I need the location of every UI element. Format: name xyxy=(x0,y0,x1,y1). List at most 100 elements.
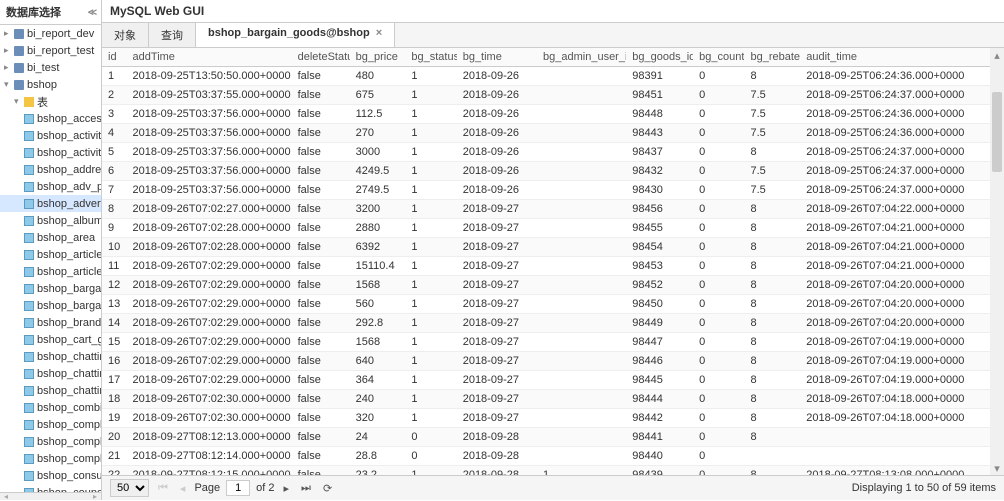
refresh-button[interactable]: ⟳ xyxy=(320,482,335,495)
tab[interactable]: bshop_bargain_goods@bshop× xyxy=(196,23,395,47)
table-row[interactable]: 32018-09-25T03:37:56.000+0000false112.51… xyxy=(102,105,990,124)
table-row[interactable]: 112018-09-26T07:02:29.000+0000false15110… xyxy=(102,257,990,276)
tree-item[interactable]: bshop_bargain_goo xyxy=(0,297,101,314)
cell: 270 xyxy=(350,124,406,143)
table-row[interactable]: 152018-09-26T07:02:29.000+0000false15681… xyxy=(102,333,990,352)
page-size-select[interactable]: 50 xyxy=(110,479,149,497)
tree-toggle-icon[interactable]: ▸ xyxy=(4,62,12,73)
tree-item[interactable]: ▾bshop xyxy=(0,76,101,93)
tab[interactable]: 对象 xyxy=(102,23,149,47)
last-page-button[interactable]: ⏭ xyxy=(298,482,314,495)
col-header[interactable]: bg_time xyxy=(457,48,537,67)
tree-item[interactable]: bshop_adv_pos xyxy=(0,178,101,195)
scroll-track[interactable] xyxy=(990,62,1004,461)
tree-toggle-icon[interactable]: ▾ xyxy=(14,96,22,107)
scroll-down-icon[interactable]: ▾ xyxy=(990,461,1004,475)
col-header[interactable]: deleteStatus xyxy=(292,48,350,67)
tree-item[interactable]: bshop_brandcategor xyxy=(0,314,101,331)
table-row[interactable]: 142018-09-26T07:02:29.000+0000false292.8… xyxy=(102,314,990,333)
table-row[interactable]: 202018-09-27T08:12:13.000+0000false24020… xyxy=(102,428,990,447)
col-header[interactable]: addTime xyxy=(127,48,292,67)
tree-toggle-icon[interactable]: ▸ xyxy=(4,45,12,56)
table-row[interactable]: 122018-09-26T07:02:29.000+0000false15681… xyxy=(102,276,990,295)
table-row[interactable]: 82018-09-26T07:02:27.000+0000false320012… xyxy=(102,200,990,219)
cell: 0 xyxy=(693,67,744,86)
tree-item[interactable]: bshop_complaint_g xyxy=(0,433,101,450)
tree-item[interactable]: bshop_address xyxy=(0,161,101,178)
tree-item[interactable]: bshop_complaint_s xyxy=(0,450,101,467)
table-row[interactable]: 102018-09-26T07:02:28.000+0000false63921… xyxy=(102,238,990,257)
cell: 8 xyxy=(744,295,800,314)
table-row[interactable]: 22018-09-25T03:37:55.000+0000false675120… xyxy=(102,86,990,105)
tree-item[interactable]: ▾表 xyxy=(0,93,101,110)
scroll-thumb[interactable] xyxy=(992,92,1002,172)
cell: 2018-09-26T07:02:29.000+0000 xyxy=(127,314,292,333)
tree-toggle-icon[interactable]: ▾ xyxy=(4,79,12,90)
col-header[interactable]: bg_status xyxy=(405,48,456,67)
table-row[interactable]: 222018-09-27T08:12:15.000+0000false23.21… xyxy=(102,466,990,476)
table-row[interactable]: 92018-09-26T07:02:28.000+0000false288012… xyxy=(102,219,990,238)
table-icon xyxy=(24,301,34,311)
col-header[interactable]: bg_price xyxy=(350,48,406,67)
col-header[interactable]: audit_time xyxy=(800,48,990,67)
tree-item[interactable]: ▸bi_report_test xyxy=(0,42,101,59)
tree-item[interactable]: bshop_chattingfrien xyxy=(0,365,101,382)
col-header[interactable]: id xyxy=(102,48,127,67)
table-icon xyxy=(24,369,34,379)
table-row[interactable]: 182018-09-26T07:02:30.000+0000false24012… xyxy=(102,390,990,409)
col-header[interactable]: bg_rebate xyxy=(744,48,800,67)
cell: 0 xyxy=(693,257,744,276)
table-row[interactable]: 132018-09-26T07:02:29.000+0000false56012… xyxy=(102,295,990,314)
next-page-button[interactable]: ▸ xyxy=(281,482,293,495)
col-header[interactable]: bg_admin_user_id xyxy=(537,48,626,67)
tree-item[interactable]: bshop_accessory xyxy=(0,110,101,127)
tree-item[interactable]: bshop_area xyxy=(0,229,101,246)
table-row[interactable]: 12018-09-25T13:50:50.000+0000false480120… xyxy=(102,67,990,86)
table-row[interactable]: 62018-09-25T03:37:56.000+0000false4249.5… xyxy=(102,162,990,181)
table-row[interactable]: 162018-09-26T07:02:29.000+0000false64012… xyxy=(102,352,990,371)
table-icon xyxy=(24,199,34,209)
close-icon[interactable]: × xyxy=(376,27,382,39)
table-row[interactable]: 52018-09-25T03:37:56.000+0000false300012… xyxy=(102,143,990,162)
tree-item[interactable]: bshop_article xyxy=(0,246,101,263)
tree-item[interactable]: bshop_activity_goo xyxy=(0,144,101,161)
tree-item[interactable]: bshop_consult xyxy=(0,467,101,484)
cell: 15110.4 xyxy=(350,257,406,276)
table-row[interactable]: 42018-09-25T03:37:56.000+0000false270120… xyxy=(102,124,990,143)
tree-item[interactable]: bshop_bargain xyxy=(0,280,101,297)
scrollbar[interactable]: ▴ ▾ xyxy=(990,48,1004,475)
tree-item[interactable]: bshop_complaint xyxy=(0,416,101,433)
tree-item[interactable]: bshop_advert xyxy=(0,195,101,212)
table-row[interactable]: 212018-09-27T08:12:14.000+0000false28.80… xyxy=(102,447,990,466)
tree-item[interactable]: bshop_combin_log xyxy=(0,399,101,416)
col-header[interactable]: bg_count xyxy=(693,48,744,67)
tree-item[interactable]: bshop_chattinglog xyxy=(0,382,101,399)
tab-label: 对象 xyxy=(114,30,136,42)
cell: 2018-09-26T07:02:27.000+0000 xyxy=(127,200,292,219)
col-header[interactable]: bg_goods_id xyxy=(626,48,693,67)
table-row[interactable]: 172018-09-26T07:02:29.000+0000false36412… xyxy=(102,371,990,390)
sidebar-resize[interactable]: ◂▸ xyxy=(0,492,101,500)
table-row[interactable]: 72018-09-25T03:37:56.000+0000false2749.5… xyxy=(102,181,990,200)
tree-item[interactable]: bshop_articleclass xyxy=(0,263,101,280)
first-page-button[interactable]: ⏮ xyxy=(155,482,171,495)
collapse-icon[interactable]: ≪ xyxy=(88,7,95,18)
scroll-up-icon[interactable]: ▴ xyxy=(990,48,1004,62)
page-input[interactable] xyxy=(226,480,250,496)
tree-item[interactable]: bshop_coupon xyxy=(0,484,101,492)
tab[interactable]: 查询 xyxy=(149,23,196,47)
tree-toggle-icon[interactable]: ▸ xyxy=(4,28,12,39)
tree-item[interactable]: bshop_activity xyxy=(0,127,101,144)
tree-item[interactable]: bshop_cart_gsp xyxy=(0,331,101,348)
db-icon xyxy=(14,80,24,90)
table-row[interactable]: 192018-09-26T07:02:30.000+0000false32012… xyxy=(102,409,990,428)
tree-item[interactable]: bshop_chatting xyxy=(0,348,101,365)
tree-item[interactable]: ▸bi_test xyxy=(0,59,101,76)
tree-item[interactable]: bshop_album xyxy=(0,212,101,229)
cell: 2018-09-25T03:37:56.000+0000 xyxy=(127,143,292,162)
cell: 2018-09-25T06:24:37.000+0000 xyxy=(800,181,990,200)
tree-label: bshop_address xyxy=(37,164,101,176)
cell: 1 xyxy=(405,276,456,295)
tree-item[interactable]: ▸bi_report_dev xyxy=(0,25,101,42)
prev-page-button[interactable]: ◂ xyxy=(177,482,189,495)
